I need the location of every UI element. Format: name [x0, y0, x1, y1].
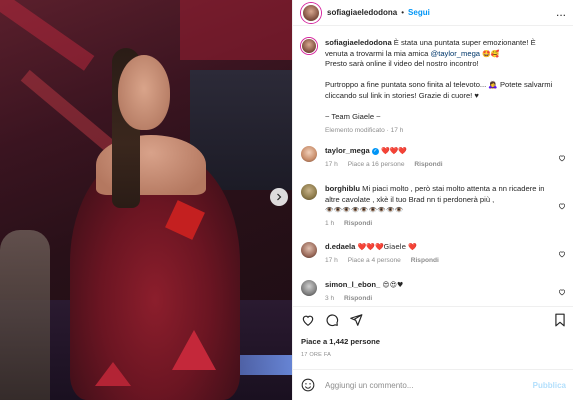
smiley-icon [301, 378, 315, 391]
reply-button[interactable]: Rispondi [411, 257, 439, 264]
like-heart-icon[interactable] [301, 313, 315, 327]
comment-item: borghiblu Mi piaci molto , però stai mol… [301, 184, 567, 229]
comment-item: d.edaela ❤️❤️❤️Giaele ❤️ 17 h Piace a 4 … [301, 242, 567, 266]
post-time[interactable]: 17 ORE FA [301, 352, 331, 358]
heart-icon [558, 289, 566, 296]
caption-avatar[interactable] [301, 38, 317, 54]
comment-text: 😍😍♥ [382, 281, 404, 289]
chevron-right-icon [277, 193, 282, 201]
more-options-icon[interactable]: ... [556, 5, 566, 19]
photo-face [118, 55, 170, 130]
comment-like-button[interactable] [558, 202, 566, 210]
caption-part3: Purtroppo a fine puntata sono finita al … [325, 80, 553, 100]
commenter-avatar[interactable] [301, 242, 317, 258]
reply-button[interactable]: Rispondi [344, 295, 372, 302]
comment-time[interactable]: 1 h [325, 220, 334, 227]
photo-red-panel [180, 0, 292, 60]
comment-item: simon_l_ebon_ 😍😍♥ 3 h Rispondi [301, 280, 567, 304]
comment-like-button[interactable] [558, 288, 566, 296]
commenter-avatar[interactable] [301, 280, 317, 296]
comment-input[interactable] [325, 381, 533, 390]
caption: sofiagiaeledodona È stata una puntata su… [301, 38, 567, 137]
photo-red-prism [95, 362, 131, 386]
caption-username[interactable]: sofiagiaeledodona [325, 38, 392, 47]
follow-button[interactable]: Segui [408, 8, 430, 17]
comment-emoji: 👁️👁️👁️👁️👁️👁️👁️👁️👁️ [325, 206, 404, 214]
comment-time[interactable]: 17 h [325, 257, 338, 264]
comment-item: taylor_mega ✓ ❤️❤️❤️ 17 h Piace a 16 per… [301, 146, 567, 170]
separator-dot: • [401, 8, 405, 17]
reply-button[interactable]: Rispondi [344, 220, 372, 227]
comment-username[interactable]: taylor_mega [325, 146, 370, 155]
comments-list[interactable]: sofiagiaeledodona È stata una puntata su… [293, 30, 573, 306]
photo-foreground-person [0, 230, 50, 400]
comment-like-button[interactable] [558, 154, 566, 162]
comment-text: ❤️❤️❤️ [381, 147, 408, 155]
heart-icon [558, 155, 566, 162]
comment-icon[interactable] [325, 313, 339, 327]
post-side-panel: sofiagiaeledodona • Segui ... sofiagiael… [292, 0, 573, 400]
comment-likes[interactable]: Piace a 16 persone [348, 161, 405, 168]
author-avatar[interactable] [301, 2, 321, 23]
heart-icon [558, 251, 566, 258]
emoji-button[interactable] [301, 378, 315, 394]
caption-text: sofiagiaeledodona È stata una puntata su… [325, 38, 557, 137]
reply-button[interactable]: Rispondi [414, 161, 442, 168]
bookmark-icon [555, 313, 565, 327]
heart-icon [558, 203, 566, 210]
comment-username[interactable]: d.edaela [325, 242, 355, 251]
caption-signature: ~ Team Giaele ~ [325, 111, 381, 121]
likes-count[interactable]: Piace a 1,442 persone [301, 337, 380, 346]
comment-likes[interactable]: Piace a 4 persone [348, 257, 401, 264]
caption-edited: Elemento modificato · 17 h [325, 127, 404, 134]
comment-like-button[interactable] [558, 250, 566, 258]
comment-text: ❤️❤️❤️Giaele ❤️ [357, 243, 417, 251]
comment-username[interactable]: borghiblu [325, 184, 360, 193]
comment-time[interactable]: 3 h [325, 295, 334, 302]
commenter-avatar[interactable] [301, 146, 317, 162]
comment-body: taylor_mega ✓ ❤️❤️❤️ 17 h Piace a 16 per… [325, 146, 557, 170]
comment-body: simon_l_ebon_ 😍😍♥ 3 h Rispondi [325, 280, 557, 304]
post-actions: Piace a 1,442 persone 17 ORE FA Pubblica [293, 306, 573, 400]
post-photo[interactable] [0, 0, 292, 400]
photo-red-prism [172, 330, 216, 370]
comment-username[interactable]: simon_l_ebon_ [325, 280, 380, 289]
comment-body: borghiblu Mi piaci molto , però stai mol… [325, 184, 557, 229]
publish-button[interactable]: Pubblica [533, 381, 566, 390]
add-comment-bar: Pubblica [293, 369, 573, 400]
caption-mention[interactable]: @taylor_mega [431, 49, 481, 58]
post-header: sofiagiaeledodona • Segui ... [293, 0, 573, 26]
caption-emoji: 🤩🥰 [482, 49, 500, 58]
caption-part2: Presto sarà online il video del nostro i… [325, 59, 479, 68]
next-photo-button[interactable] [270, 188, 288, 206]
comment-body: d.edaela ❤️❤️❤️Giaele ❤️ 17 h Piace a 4 … [325, 242, 557, 266]
save-button[interactable] [554, 313, 566, 329]
share-icon[interactable] [349, 313, 363, 327]
author-username[interactable]: sofiagiaeledodona [327, 8, 397, 17]
action-icons [301, 313, 363, 327]
commenter-avatar[interactable] [301, 184, 317, 200]
verified-badge-icon: ✓ [371, 147, 379, 155]
comment-time[interactable]: 17 h [325, 161, 338, 168]
instagram-post: sofiagiaeledodona • Segui ... sofiagiael… [0, 0, 573, 400]
